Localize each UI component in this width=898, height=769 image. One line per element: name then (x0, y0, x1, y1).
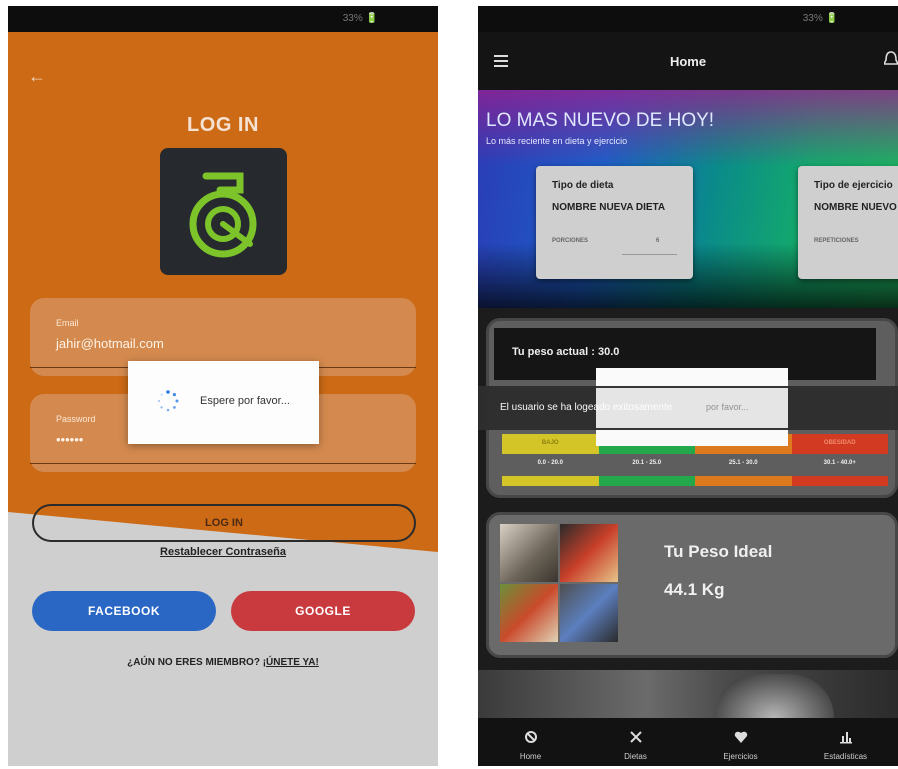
bottom-navigation: Home Dietas Ejercicios Estadísticas (478, 718, 898, 766)
promo-image-figure (714, 674, 834, 718)
nav-statistics[interactable]: Estadísticas (793, 718, 898, 766)
nav-exercises[interactable]: Ejercicios (688, 718, 793, 766)
current-weight-label: Tu peso actual : 30.0 (512, 346, 620, 358)
login-snackbar: El usuario se ha logeado exitosamente po… (478, 386, 898, 430)
loading-message: Espere por favor... (200, 395, 290, 407)
diet-card-divider (622, 254, 677, 255)
bmi-range-normal: 20.1 - 25.0 (632, 460, 662, 466)
email-value[interactable]: jahir@hotmail.com (56, 336, 164, 351)
ideal-weight-value: 44.1 Kg (664, 580, 725, 599)
nav-exercises-label: Ejercicios (723, 752, 758, 761)
nav-diets[interactable]: Dietas (583, 718, 688, 766)
diet-card-heading: Tipo de dieta (552, 180, 614, 191)
google-button[interactable]: GOOGLE (231, 591, 415, 631)
bmi-range-low: 0.0 - 20.0 (537, 460, 563, 466)
bmi-bar-obese (791, 476, 888, 486)
app-logo-icon (189, 172, 257, 258)
bmi-label-low: BAJO (502, 434, 599, 454)
banner-subtitle: Lo más reciente en dieta y ejercicio (486, 136, 628, 146)
bmi-range-over: 25.1 - 30.0 (728, 460, 758, 466)
email-label: Email (56, 318, 79, 328)
heart-shield-icon (734, 731, 747, 743)
bmi-color-bar (502, 476, 888, 486)
ideal-weight-photos (500, 524, 618, 642)
exercise-card[interactable]: Tipo de ejercicio NOMBRE NUEVO REPETICIO… (798, 166, 898, 279)
password-value[interactable]: •••••• (56, 432, 83, 447)
diet-card[interactable]: Tipo de dieta NOMBRE NUEVA DIETA PORCION… (536, 166, 693, 279)
snackbar-message: El usuario se ha logeado exitosamente (500, 402, 673, 413)
nav-diets-label: Dietas (624, 752, 647, 761)
spinner-icon (157, 390, 179, 412)
nav-home[interactable]: Home (478, 718, 583, 766)
signup-link[interactable]: ¡ÚNETE YA! (263, 657, 319, 668)
diet-card-name: NOMBRE NUEVA DIETA (552, 202, 666, 213)
page-title: LOG IN (187, 114, 259, 136)
stats-icon (839, 732, 852, 744)
promo-image (478, 670, 898, 718)
status-bar: 33% 🔋 (8, 6, 438, 32)
reset-password-link[interactable]: Restablecer Contraseña (8, 546, 438, 558)
bmi-label-obese: OBESIDAD (791, 434, 888, 454)
photo-salad (500, 584, 558, 642)
exercise-card-name: NOMBRE NUEVO (814, 202, 897, 213)
app-logo (160, 148, 287, 275)
exercise-card-heading: Tipo de ejercicio (814, 180, 893, 191)
utensils-icon (629, 731, 642, 743)
loading-dialog: Espere por favor... (128, 361, 319, 444)
bmi-range-obese: 30.1 - 40.0+ (823, 460, 856, 466)
password-label: Password (56, 414, 96, 424)
bmi-bar-over (695, 476, 792, 486)
login-screen: 33% 🔋 ← LOG IN Email jahir@hotmail.com P… (8, 6, 438, 766)
home-screen: 33% 🔋 Home LO MAS NUEVO DE HOY! Lo más r… (478, 6, 898, 766)
page-title: Home (669, 54, 707, 69)
bmi-bar-low (502, 476, 599, 486)
ideal-weight-title: Tu Peso Ideal (664, 542, 773, 561)
banner-title: LO MAS NUEVO DE HOY! (486, 110, 715, 131)
login-button[interactable]: LOG IN (32, 504, 416, 542)
facebook-button[interactable]: FACEBOOK (32, 591, 216, 631)
photo-exercise (560, 584, 618, 642)
nav-statistics-label: Estadísticas (823, 752, 868, 761)
password-underline (30, 463, 416, 464)
back-arrow-icon[interactable]: ← (28, 66, 46, 87)
photo-food (560, 524, 618, 582)
diet-card-detail-value: 6 (656, 238, 660, 244)
bmi-bar-normal (598, 476, 695, 486)
top-app-bar: Home (478, 32, 898, 90)
member-prompt-text: ¿AÚN NO ERES MIEMBRO? (127, 657, 260, 668)
member-prompt: ¿AÚN NO ERES MIEMBRO? ¡ÚNETE YA! (8, 657, 438, 668)
diet-card-detail-label: PORCIONES (552, 238, 589, 244)
bmi-range-row: 0.0 - 20.0 20.1 - 25.0 25.1 - 30.0 30.1 … (502, 454, 888, 474)
photo-fitness (500, 524, 558, 582)
status-bar: 33% 🔋 (478, 6, 898, 32)
bell-icon[interactable] (884, 50, 898, 70)
nav-home-label: Home (519, 752, 542, 761)
exercise-card-detail-label: REPETICIONES (814, 238, 859, 244)
snackbar-dialog-text: por favor... (706, 402, 749, 412)
home-icon (524, 731, 537, 743)
